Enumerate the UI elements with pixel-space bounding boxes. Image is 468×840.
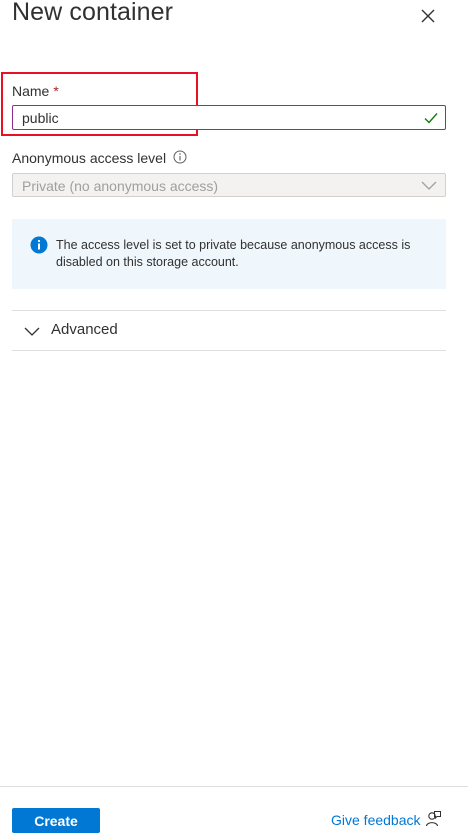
give-feedback-link[interactable]: Give feedback	[331, 812, 421, 828]
name-input-value: public	[22, 110, 59, 126]
info-icon[interactable]	[173, 150, 187, 164]
chevron-down-icon	[24, 327, 40, 336]
access-level-dropdown: Private (no anonymous access)	[12, 173, 446, 197]
chevron-down-icon	[421, 181, 437, 190]
name-input[interactable]: public	[12, 105, 446, 130]
name-label: Name *	[12, 83, 59, 99]
access-level-selected: Private (no anonymous access)	[22, 178, 219, 194]
feedback-icon[interactable]	[424, 810, 442, 828]
panel-title: New container	[12, 0, 174, 26]
info-banner-message: The access level is set to private becau…	[56, 238, 411, 269]
access-level-label: Anonymous access level	[12, 150, 167, 166]
info-filled-icon	[30, 236, 48, 254]
required-marker: *	[53, 83, 59, 99]
create-button[interactable]: Create	[12, 808, 100, 833]
footer-divider	[0, 786, 468, 787]
advanced-label: Advanced	[51, 321, 118, 338]
checkmark-icon	[424, 113, 438, 124]
divider-bottom	[12, 350, 446, 351]
info-banner: The access level is set to private becau…	[12, 219, 446, 289]
close-icon[interactable]	[418, 6, 438, 26]
advanced-section-toggle[interactable]: Advanced	[12, 311, 446, 350]
